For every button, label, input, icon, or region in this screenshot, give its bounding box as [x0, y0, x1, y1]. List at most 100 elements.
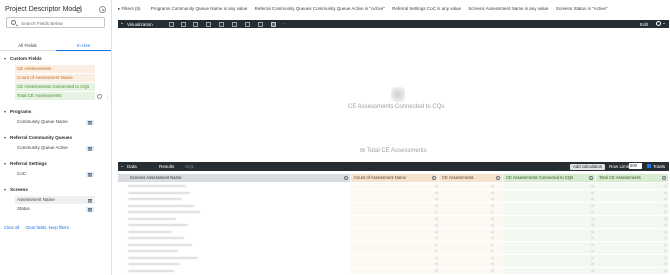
table-cell [118, 235, 351, 241]
gear-icon[interactable] [656, 21, 661, 27]
gear-icon[interactable] [496, 176, 500, 180]
filter-chip[interactable]: Programs Community Queue Name is any val… [151, 6, 248, 11]
redacted-value [128, 230, 172, 233]
redacted-value [491, 191, 494, 194]
scatter-icon[interactable] [206, 21, 211, 27]
table-row [118, 196, 669, 202]
table-cell [439, 261, 503, 267]
field-total-ce-assessments[interactable]: Total CE Assessments [15, 92, 95, 100]
group-programs[interactable]: Programs [4, 109, 31, 114]
filter-icon[interactable] [86, 198, 94, 203]
table-cell [503, 215, 596, 222]
table-cell [439, 209, 503, 215]
filter-chip[interactable]: Referral Settings CoC is any value [392, 6, 461, 11]
redacted-value [128, 198, 182, 201]
tab-data[interactable]: Data [127, 164, 137, 169]
field-coc[interactable]: CoC [15, 170, 95, 178]
table-cell [351, 196, 439, 202]
table-cell [351, 189, 439, 196]
table-cell [351, 235, 439, 241]
add-calculation-button[interactable]: Add calculation [570, 163, 606, 170]
tab-sql[interactable]: SQL [185, 164, 194, 169]
filter-chip[interactable]: Screens Assessment Name is any value [468, 6, 548, 11]
gear-icon[interactable] [589, 176, 593, 180]
edit-button[interactable]: Edit [640, 22, 648, 27]
table-cell [439, 241, 503, 248]
redacted-value [435, 237, 438, 240]
gear-icon[interactable] [432, 176, 436, 180]
table-cell [596, 267, 669, 274]
field-tabs: All Fields In Use [0, 40, 111, 51]
redacted-value [664, 230, 667, 233]
filters-toggle[interactable]: ▸ Filters (5) [118, 6, 141, 12]
filter-icon[interactable] [86, 206, 94, 212]
gear-icon[interactable] [344, 176, 348, 180]
more-icon[interactable]: ⋮ [105, 94, 110, 100]
clear-fields-link[interactable]: Clear fields, keep filters [25, 225, 69, 230]
info-icon[interactable] [97, 94, 102, 99]
table-cell [503, 241, 596, 248]
map-icon[interactable] [258, 21, 263, 27]
filter-chip[interactable]: Referral Community Queues Community Queu… [255, 6, 385, 11]
bar-chart-icon[interactable] [193, 21, 198, 27]
redacted-value [491, 250, 494, 253]
redacted-value [435, 243, 438, 246]
table-cell [118, 228, 351, 235]
group-screens[interactable]: Screens [4, 187, 28, 192]
tab-results[interactable]: Results [159, 164, 174, 169]
table-cell [596, 196, 669, 202]
visualization-header[interactable]: Visualization ··· Edit [118, 20, 669, 28]
field-ce-assessments-connected[interactable]: CE Assessments Connected to CQs [15, 83, 95, 91]
table-icon[interactable] [169, 21, 174, 27]
column-header[interactable]: Screens Assessment Name [118, 174, 351, 182]
column-header[interactable]: CE Assessments Connected to CQs [503, 174, 596, 182]
field-count-of-assessment-name[interactable]: Count of Assessment Name [15, 74, 95, 82]
field-status[interactable]: Status [15, 205, 95, 213]
row-limit-input[interactable]: 500 [629, 163, 642, 170]
filter-icon[interactable] [86, 119, 94, 125]
single-value-placeholder [391, 87, 405, 102]
filter-icon[interactable] [86, 145, 94, 151]
gear-icon[interactable] [99, 6, 106, 13]
table-cell [351, 248, 439, 254]
line-icon[interactable] [219, 21, 224, 27]
group-custom-fields[interactable]: Custom Fields [4, 56, 42, 61]
redacted-value [128, 204, 194, 207]
table-row [118, 235, 669, 241]
table-cell [351, 222, 439, 228]
tab-all-fields[interactable]: All Fields [0, 43, 55, 51]
filter-icon[interactable] [86, 171, 94, 177]
redacted-value [435, 204, 438, 207]
redacted-value [491, 269, 494, 272]
group-referral-community-queues[interactable]: Referral Community Queues [4, 135, 72, 140]
pie-icon[interactable] [245, 21, 250, 27]
table-cell [118, 189, 351, 196]
totals-checkbox[interactable] [647, 164, 651, 168]
column-header[interactable]: CE Assessments [439, 174, 503, 182]
info-icon[interactable]: i [76, 7, 82, 13]
field-assessment-name[interactable]: Assessment Name [15, 196, 95, 204]
clear-all-link[interactable]: Clear all [4, 225, 19, 230]
search-input[interactable] [21, 19, 103, 27]
chevron-down-icon[interactable] [663, 23, 665, 25]
single-value-icon[interactable] [271, 21, 276, 27]
area-icon[interactable] [232, 21, 237, 27]
column-header[interactable]: Total CE Assessments [596, 174, 669, 182]
field-search[interactable] [6, 17, 105, 28]
more-icon[interactable]: ··· [282, 21, 287, 26]
table-cell [118, 215, 351, 222]
field-community-queue-active[interactable]: Community Queue Active [15, 144, 95, 152]
column-chart-icon[interactable] [181, 21, 186, 27]
table-cell [351, 241, 439, 248]
table-cell [118, 267, 351, 274]
tab-in-use[interactable]: In Use [56, 43, 111, 51]
field-ce-assessments[interactable]: CE Assessments [15, 65, 95, 73]
group-referral-settings[interactable]: Referral Settings [4, 161, 47, 166]
column-header[interactable]: Count of Assessment Name [351, 174, 439, 182]
redacted-value [128, 237, 184, 240]
gear-icon[interactable] [662, 176, 666, 180]
field-community-queue-name[interactable]: Community Queue Name [15, 118, 95, 126]
model-title: Project Descriptor Model [5, 6, 82, 13]
filter-chip[interactable]: Screens Status is "Active" [556, 6, 608, 11]
search-icon [11, 20, 16, 25]
